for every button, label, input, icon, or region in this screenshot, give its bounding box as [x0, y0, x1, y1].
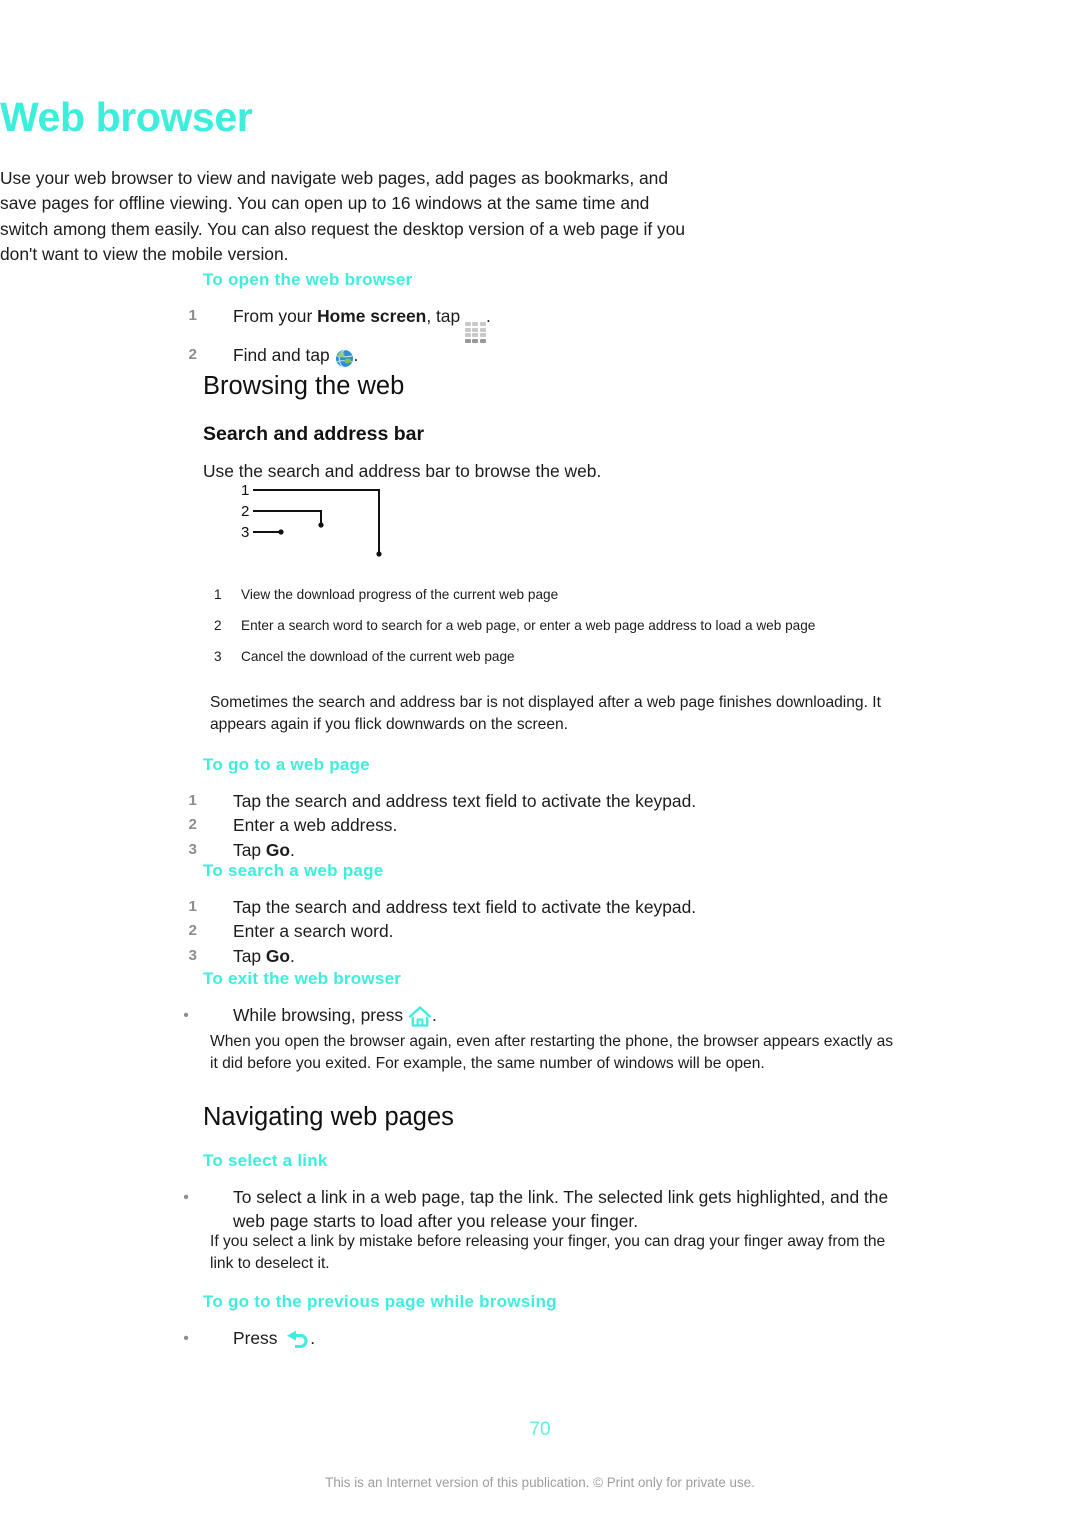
document-page: Web browser Use your web browser to view…	[0, 0, 1080, 1527]
list-item: 2 Enter a web address.	[189, 813, 903, 837]
callout-label-3: 3	[241, 524, 249, 541]
step-text-post: .	[290, 945, 295, 966]
step-number: 2	[188, 345, 197, 363]
bullet-dot: •	[183, 1330, 189, 1347]
step-number: 3	[188, 946, 197, 964]
go-to-web-page-heading: To go to a web page	[203, 755, 370, 774]
list-item: • Press .	[183, 1326, 903, 1353]
go-to-web-page-steps: 1 Tap the search and address text field …	[189, 789, 903, 862]
list-item: 2 Enter a search word.	[189, 919, 903, 943]
page-number: 70	[529, 1419, 551, 1440]
list-item: 1 Tap the search and address text field …	[189, 789, 903, 813]
section-navigating-web-pages: Navigating web pages	[203, 1103, 903, 1131]
browsing-heading: Browsing the web	[203, 372, 405, 400]
step-number: 3	[188, 840, 197, 858]
caption-number: 3	[214, 649, 222, 664]
list-item: • To select a link in a web page, tap th…	[183, 1185, 903, 1234]
step-text: Tap the search and address text field to…	[233, 897, 697, 917]
list-item: 3 Cancel the download of the current web…	[214, 648, 904, 666]
step-number: 1	[188, 792, 197, 809]
step-text-tail: .	[353, 344, 359, 365]
home-icon	[408, 1005, 432, 1030]
callout-label-2: 2	[241, 503, 249, 520]
section-exit-browser: To exit the web browser • While browsing…	[183, 969, 903, 1030]
caption-number: 1	[214, 587, 222, 602]
list-item: 1 From your Home screen, tap .	[189, 304, 903, 343]
section-open-browser: To open the web browser 1 From your Home…	[189, 270, 903, 370]
select-link-bullets: • To select a link in a web page, tap th…	[183, 1185, 903, 1234]
caption-number: 2	[214, 618, 222, 633]
bullet-dot: •	[183, 1007, 189, 1024]
step-text-tail: .	[485, 306, 491, 326]
bullet-text-tail: .	[431, 1005, 437, 1025]
open-browser-heading: To open the web browser	[203, 270, 413, 289]
select-link-note: If you select a link by mistake before r…	[210, 1233, 886, 1272]
step-text-bold: Go	[265, 839, 291, 860]
intro-paragraph: Use your web browser to view and navigat…	[0, 168, 686, 264]
step-text-pre: Find and tap	[233, 344, 335, 365]
bullet-dot: •	[183, 1189, 189, 1206]
callout-label-1: 1	[241, 482, 249, 499]
globe-icon	[335, 346, 354, 370]
section-search-web-page: To search a web page 1 Tap the search an…	[189, 861, 903, 968]
search-bar-body: Use the search and address bar to browse…	[203, 460, 602, 481]
search-web-page-steps: 1 Tap the search and address text field …	[189, 895, 903, 968]
section-select-link: To select a link • To select a link in a…	[183, 1151, 903, 1234]
exit-browser-bullets: • While browsing, press .	[183, 1003, 903, 1030]
callout-diagram: 1 2 3	[236, 481, 426, 563]
list-item: 1 View the download progress of the curr…	[214, 586, 904, 604]
subsection-search-address-bar: Search and address bar Use the search an…	[203, 423, 903, 484]
footer-text: This is an Internet version of this publ…	[325, 1475, 755, 1490]
navigating-heading: Navigating web pages	[203, 1103, 454, 1131]
step-number: 2	[188, 922, 197, 940]
step-text: Tap the search and address text field to…	[233, 791, 697, 811]
list-item: 2 Find and tap .	[189, 343, 903, 370]
bullet-text-pre: While browsing, press	[233, 1005, 408, 1025]
bullet-text-tail: .	[310, 1328, 316, 1348]
section-go-to-web-page: To go to a web page 1 Tap the search and…	[189, 755, 903, 862]
exit-browser-note: When you open the browser again, even af…	[210, 1033, 894, 1072]
section-previous-page: To go to the previous page while browsin…	[183, 1292, 903, 1353]
search-bar-note: Sometimes the search and address bar is …	[210, 694, 881, 733]
back-arrow-icon	[282, 1328, 310, 1353]
exit-browser-heading: To exit the web browser	[203, 969, 402, 988]
step-text: Enter a web address.	[233, 815, 398, 836]
select-link-heading: To select a link	[203, 1151, 328, 1170]
caption-text: Enter a search word to search for a web …	[241, 618, 816, 633]
step-text-bold: Go	[265, 945, 291, 966]
list-item: 3 Tap Go.	[189, 944, 903, 968]
step-text-post: , tap	[426, 306, 465, 326]
previous-page-bullets: • Press .	[183, 1326, 903, 1353]
step-number: 1	[188, 307, 197, 324]
step-text-bold: Home screen	[317, 306, 427, 326]
step-text-post: .	[290, 839, 295, 860]
previous-page-heading: To go to the previous page while browsin…	[203, 1292, 557, 1311]
step-text: Enter a search word.	[233, 921, 394, 942]
step-text-pre: Tap	[233, 839, 266, 860]
step-text-pre: From your	[233, 306, 318, 326]
step-text-pre: Tap	[233, 945, 266, 966]
section-browsing-the-web: Browsing the web	[203, 372, 903, 400]
step-number: 2	[188, 816, 197, 834]
bullet-text: To select a link in a web page, tap the …	[233, 1187, 889, 1232]
bullet-text-pre: Press	[233, 1328, 283, 1348]
step-number: 1	[188, 898, 197, 915]
page-title: Web browser	[0, 94, 253, 140]
search-web-page-heading: To search a web page	[203, 861, 384, 880]
list-item: 1 Tap the search and address text field …	[189, 895, 903, 919]
caption-text: View the download progress of the curren…	[241, 587, 559, 602]
callout-diagram-svg: 1 2 3	[241, 482, 382, 557]
list-item: 2 Enter a search word to search for a we…	[214, 617, 904, 635]
list-item: 3 Tap Go.	[189, 838, 903, 862]
figure-captions: 1 View the download progress of the curr…	[214, 586, 904, 679]
open-browser-steps: 1 From your Home screen, tap . 2 Find an…	[189, 304, 903, 370]
list-item: • While browsing, press .	[183, 1003, 903, 1030]
app-grid-icon	[464, 321, 486, 343]
search-bar-heading: Search and address bar	[203, 423, 425, 445]
caption-text: Cancel the download of the current web p…	[241, 649, 515, 664]
